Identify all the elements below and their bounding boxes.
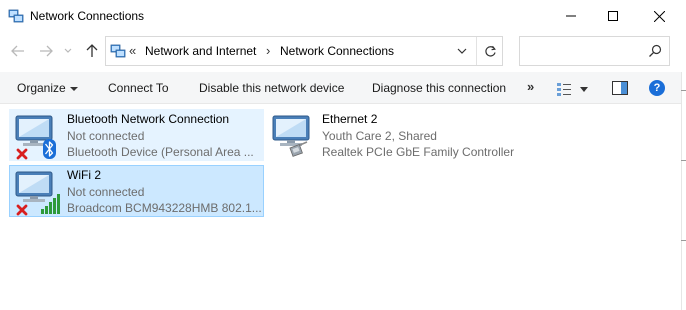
organize-label: Organize <box>17 81 66 95</box>
connection-item-ethernet[interactable]: Ethernet 2 Youth Care 2, Shared Realtek … <box>264 109 524 161</box>
connection-name: Ethernet 2 <box>322 112 378 126</box>
connect-to-button[interactable]: Connect To <box>108 81 169 95</box>
edge-divider <box>681 160 686 161</box>
refresh-icon <box>484 45 496 57</box>
disable-device-button[interactable]: Disable this network device <box>199 81 344 95</box>
connection-status: Not connected <box>67 129 145 143</box>
connection-name: Bluetooth Network Connection <box>67 112 230 126</box>
connection-name: WiFi 2 <box>67 168 101 182</box>
edge-divider <box>681 240 686 241</box>
address-bar[interactable]: « Network and Internet › Network Connect… <box>105 36 503 66</box>
connection-device: Realtek PCIe GbE Family Controller <box>322 145 515 159</box>
maximize-button[interactable] <box>590 0 636 32</box>
network-connections-icon <box>8 9 24 23</box>
back-arrow-icon <box>11 45 24 57</box>
connection-item-bluetooth[interactable]: Bluetooth Network Connection Not connect… <box>9 109 264 161</box>
ethernet-network-icon <box>272 115 310 157</box>
preview-pane-icon[interactable] <box>612 81 628 95</box>
wifi-network-icon <box>15 171 60 216</box>
minimize-button[interactable] <box>548 0 594 32</box>
command-bar: Organize Connect To Disable this network… <box>0 72 686 104</box>
address-divider <box>476 37 477 65</box>
caret-down-icon <box>69 86 78 91</box>
back-button[interactable] <box>8 41 28 61</box>
title-bar: Network Connections <box>0 0 686 32</box>
window-edge <box>681 72 686 310</box>
more-commands-button[interactable]: » <box>527 79 534 94</box>
chevron-down-icon <box>457 48 467 54</box>
connection-status: Not connected <box>67 185 145 199</box>
connection-device: Bluetooth Device (Personal Area ... <box>67 145 254 159</box>
breadcrumb-network-connections[interactable]: Network Connections <box>280 44 394 58</box>
forward-arrow-icon <box>40 45 53 57</box>
breadcrumb-network-and-internet[interactable]: Network and Internet <box>145 44 256 58</box>
breadcrumb-overflow-button[interactable]: « <box>129 43 136 58</box>
close-icon <box>653 10 665 22</box>
forward-button[interactable] <box>36 41 56 61</box>
maximize-icon <box>608 11 618 21</box>
diagnose-connection-button[interactable]: Diagnose this connection <box>372 81 506 95</box>
up-button[interactable] <box>82 41 102 61</box>
search-icon[interactable] <box>647 43 663 59</box>
search-box[interactable] <box>519 36 670 66</box>
refresh-button[interactable] <box>478 39 502 63</box>
address-history-dropdown[interactable] <box>451 39 473 63</box>
details-view-icon <box>557 83 571 96</box>
connection-item-wifi[interactable]: WiFi 2 Not connected Broadcom BCM943228H… <box>9 165 264 217</box>
up-arrow-icon <box>86 44 98 57</box>
bluetooth-network-icon <box>15 115 56 160</box>
caret-down-icon <box>580 87 588 92</box>
control-panel-icon <box>110 44 126 58</box>
change-view-button[interactable] <box>556 81 588 97</box>
organize-menu[interactable]: Organize <box>17 81 78 95</box>
close-button[interactable] <box>636 0 682 32</box>
recent-locations-button[interactable] <box>61 41 75 61</box>
window-title: Network Connections <box>30 9 145 23</box>
connection-device: Broadcom BCM943228HMB 802.1... <box>67 201 262 215</box>
breadcrumb-separator[interactable]: › <box>266 43 270 58</box>
chevron-down-icon <box>64 48 72 53</box>
connections-list: Bluetooth Network Connection Not connect… <box>0 105 686 310</box>
search-input[interactable] <box>524 41 639 61</box>
minimize-icon <box>566 15 576 17</box>
connection-status: Youth Care 2, Shared <box>322 129 437 143</box>
edge-divider <box>681 90 686 91</box>
help-button[interactable]: ? <box>649 80 665 96</box>
